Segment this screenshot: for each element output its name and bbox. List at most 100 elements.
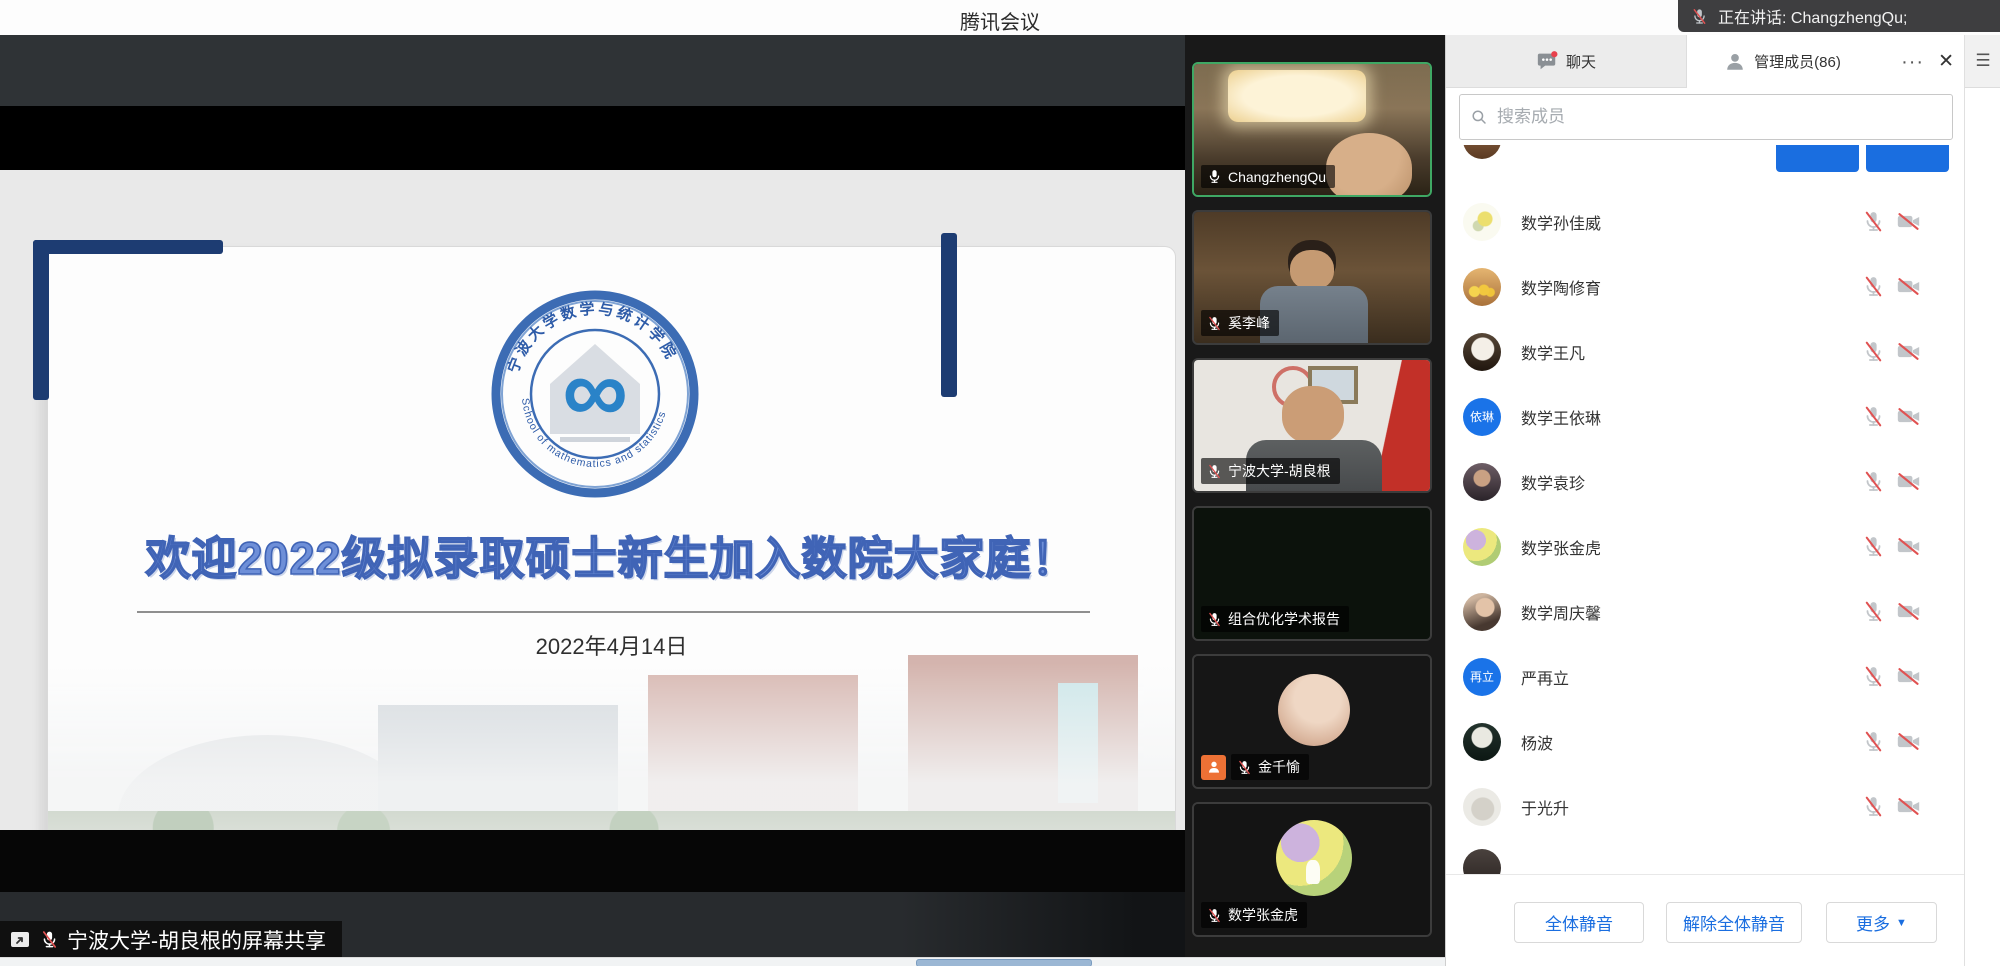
mic-icon [1206, 315, 1223, 332]
mic-icon [1236, 759, 1253, 776]
tencent-meeting-window: 腾讯会议 正在讲话: ChangzhengQu; [0, 0, 2000, 966]
camera-muted-icon[interactable] [1895, 728, 1922, 755]
mic-muted-icon [39, 929, 60, 950]
participant-name: 组合优化学术报告 [1228, 609, 1340, 629]
camera-muted-icon[interactable] [1895, 273, 1922, 300]
avatar [1463, 849, 1501, 874]
avatar [1463, 333, 1501, 371]
mic-muted-icon[interactable] [1861, 794, 1886, 819]
member-row[interactable]: 数学陶修育 [1446, 254, 1964, 319]
panel-menu-button[interactable]: ☰ [1965, 35, 2000, 88]
mic-muted-icon[interactable] [1861, 534, 1886, 559]
participant-name: ChangzhengQu [1228, 169, 1326, 185]
shared-screen-chrome [0, 35, 1185, 106]
participant-name: 奚李峰 [1228, 313, 1270, 333]
camera-muted-icon[interactable] [1895, 598, 1922, 625]
video-tile[interactable]: 组合优化学术报告 [1192, 506, 1432, 641]
tab-members-label: 管理成员(86) [1754, 51, 1841, 72]
mic-muted-icon[interactable] [1861, 339, 1886, 364]
horizontal-scrollbar[interactable] [916, 959, 1092, 966]
panel-edge-strip: ☰ [1964, 35, 2000, 966]
member-row[interactable]: 杨波 [1446, 709, 1964, 774]
avatar [1463, 145, 1501, 159]
camera-muted-icon[interactable] [1895, 208, 1922, 235]
more-actions-button[interactable]: 更多 ▼ [1826, 902, 1937, 943]
mic-muted-icon[interactable] [1861, 729, 1886, 754]
member-row[interactable]: 再立 严再立 [1446, 644, 1964, 709]
camera-muted-icon[interactable] [1895, 533, 1922, 560]
camera-muted-icon[interactable] [1895, 663, 1922, 690]
member-name: 数学王依琳 [1521, 405, 1861, 429]
panel-close-button[interactable]: ✕ [1938, 50, 1954, 73]
camera-muted-icon[interactable] [1895, 403, 1922, 430]
slide-card: 宁波大学数学与统计学院 School of mathematics and st… [48, 247, 1175, 830]
screen-share-view: 宁波大学数学与统计学院 School of mathematics and st… [0, 35, 1185, 966]
camera-muted-icon[interactable] [1895, 338, 1922, 365]
member-row[interactable]: 数学袁珍 [1446, 449, 1964, 514]
panel-footer: 全体静音 解除全体静音 更多 ▼ [1446, 874, 1964, 966]
partial-action-button[interactable] [1866, 145, 1949, 172]
mic-muted-icon[interactable] [1861, 404, 1886, 429]
member-search-box[interactable] [1459, 94, 1953, 140]
mic-muted-icon[interactable] [1861, 599, 1886, 624]
member-row[interactable]: 数学孙佳威 [1446, 189, 1964, 254]
member-row[interactable]: 于光升 [1446, 774, 1964, 839]
member-row[interactable]: 数学王凡 [1446, 319, 1964, 384]
speaking-indicator: 正在讲话: ChangzhengQu; [1678, 0, 2000, 32]
tab-manage-members[interactable]: 管理成员(86) ··· ✕ [1687, 35, 1964, 88]
mic-muted-icon[interactable] [1861, 209, 1886, 234]
screen-share-icon [8, 928, 32, 952]
panel-tabbar: 聊天 管理成员(86) ··· ✕ [1446, 35, 1964, 88]
presentation-slide-region: 宁波大学数学与统计学院 School of mathematics and st… [0, 170, 1185, 830]
mic-muted-icon[interactable] [1861, 469, 1886, 494]
avatar [1463, 463, 1501, 501]
partially-scrolled-member-row [1446, 145, 1964, 189]
camera-muted-icon[interactable] [1895, 468, 1922, 495]
member-name: 数学陶修育 [1521, 275, 1861, 299]
shared-screen-letterbox-top [0, 106, 1185, 170]
person-icon [1724, 51, 1746, 73]
mic-muted-icon[interactable] [1861, 274, 1886, 299]
video-tile[interactable]: 奚李峰 [1192, 210, 1432, 345]
avatar-initials: 再立 [1470, 668, 1494, 685]
avatar-initials: 依琳 [1470, 408, 1494, 425]
member-search-input[interactable] [1495, 106, 1942, 128]
video-tile[interactable]: 金千愉 [1192, 654, 1432, 789]
underlying-window-edge [0, 957, 1445, 966]
participant-name: 金千愉 [1258, 757, 1300, 777]
member-name: 数学袁珍 [1521, 470, 1861, 494]
chat-icon [1536, 50, 1558, 72]
speaking-indicator-text: 正在讲话: ChangzhengQu; [1718, 4, 1907, 28]
member-list[interactable]: 数学孙佳威 数学陶修育 [1446, 145, 1964, 874]
participant-name: 宁波大学-胡良根 [1228, 461, 1331, 481]
slide-divider [137, 611, 1090, 613]
video-tile[interactable]: 数学张金虎 [1192, 802, 1432, 937]
partially-scrolled-member-row [1446, 839, 1964, 874]
school-logo: 宁波大学数学与统计学院 School of mathematics and st… [490, 289, 700, 499]
logo-infinity-symbol: ∞ [562, 340, 628, 442]
panel-more-button[interactable]: ··· [1901, 57, 1924, 67]
member-panel: 聊天 管理成员(86) ··· ✕ ☰ [1445, 35, 2000, 966]
member-name: 数学孙佳威 [1521, 210, 1861, 234]
mic-muted-icon[interactable] [1861, 664, 1886, 689]
mic-icon [1206, 168, 1223, 185]
mute-all-button[interactable]: 全体静音 [1514, 902, 1644, 943]
member-name: 于光升 [1521, 795, 1861, 819]
video-strip: ChangzhengQu 奚李峰 [1185, 35, 1445, 957]
unmute-all-button[interactable]: 解除全体静音 [1666, 902, 1802, 943]
video-tile[interactable]: ChangzhengQu [1192, 62, 1432, 197]
member-row[interactable]: 数学周庆馨 [1446, 579, 1964, 644]
member-name: 严再立 [1521, 665, 1861, 689]
video-tile[interactable]: 宁波大学-胡良根 [1192, 358, 1432, 493]
member-row[interactable]: 依琳 数学王依琳 [1446, 384, 1964, 449]
member-name: 数学张金虎 [1521, 535, 1861, 559]
avatar [1463, 723, 1501, 761]
member-row[interactable]: 数学张金虎 [1446, 514, 1964, 579]
screen-share-status-text: 宁波大学-胡良根的屏幕共享 [67, 925, 326, 955]
avatar [1463, 203, 1501, 241]
tab-chat[interactable]: 聊天 [1446, 35, 1687, 88]
member-name: 数学王凡 [1521, 340, 1861, 364]
avatar [1463, 268, 1501, 306]
partial-action-button[interactable] [1776, 145, 1859, 172]
camera-muted-icon[interactable] [1895, 793, 1922, 820]
